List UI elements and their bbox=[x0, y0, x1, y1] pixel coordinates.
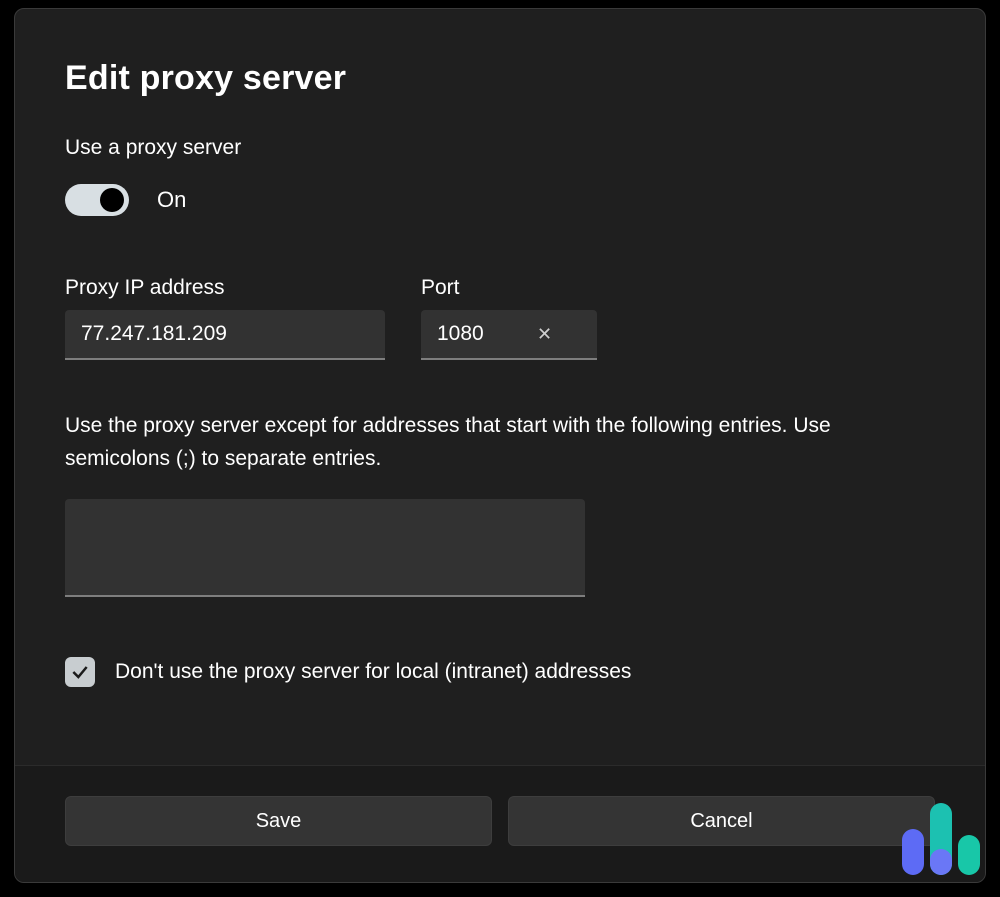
toggle-row: On bbox=[65, 184, 935, 216]
ip-field-group: Proxy IP address bbox=[65, 276, 385, 360]
check-icon bbox=[70, 662, 90, 682]
ip-label: Proxy IP address bbox=[65, 276, 385, 300]
fields-row: Proxy IP address Port ✕ bbox=[65, 276, 935, 360]
local-checkbox-row: Don't use the proxy server for local (in… bbox=[65, 657, 935, 687]
port-field-group: Port ✕ bbox=[421, 276, 597, 360]
dialog-title: Edit proxy server bbox=[65, 59, 935, 98]
use-proxy-toggle[interactable] bbox=[65, 184, 129, 216]
ip-input-box bbox=[65, 310, 385, 360]
toggle-state-label: On bbox=[157, 187, 186, 213]
logo-bar-2 bbox=[930, 803, 952, 875]
clear-port-icon[interactable]: ✕ bbox=[529, 320, 560, 349]
dialog-body: Edit proxy server Use a proxy server On … bbox=[15, 9, 985, 765]
local-checkbox-label: Don't use the proxy server for local (in… bbox=[115, 660, 631, 684]
logo-bar-1 bbox=[902, 829, 924, 875]
proxy-port-input[interactable] bbox=[437, 322, 517, 346]
port-input-box: ✕ bbox=[421, 310, 597, 360]
proxy-ip-input[interactable] bbox=[81, 322, 369, 346]
edit-proxy-dialog: Edit proxy server Use a proxy server On … bbox=[14, 8, 986, 883]
exceptions-textarea[interactable] bbox=[79, 509, 571, 585]
exceptions-description: Use the proxy server except for addresse… bbox=[65, 410, 935, 475]
local-checkbox[interactable] bbox=[65, 657, 95, 687]
save-button[interactable]: Save bbox=[65, 796, 492, 846]
exceptions-box bbox=[65, 499, 585, 597]
watermark-logo bbox=[902, 803, 980, 875]
port-label: Port bbox=[421, 276, 597, 300]
cancel-button[interactable]: Cancel bbox=[508, 796, 935, 846]
use-proxy-label: Use a proxy server bbox=[65, 136, 935, 160]
dialog-footer: Save Cancel bbox=[15, 765, 985, 882]
logo-bar-3 bbox=[958, 835, 980, 875]
toggle-knob bbox=[100, 188, 124, 212]
